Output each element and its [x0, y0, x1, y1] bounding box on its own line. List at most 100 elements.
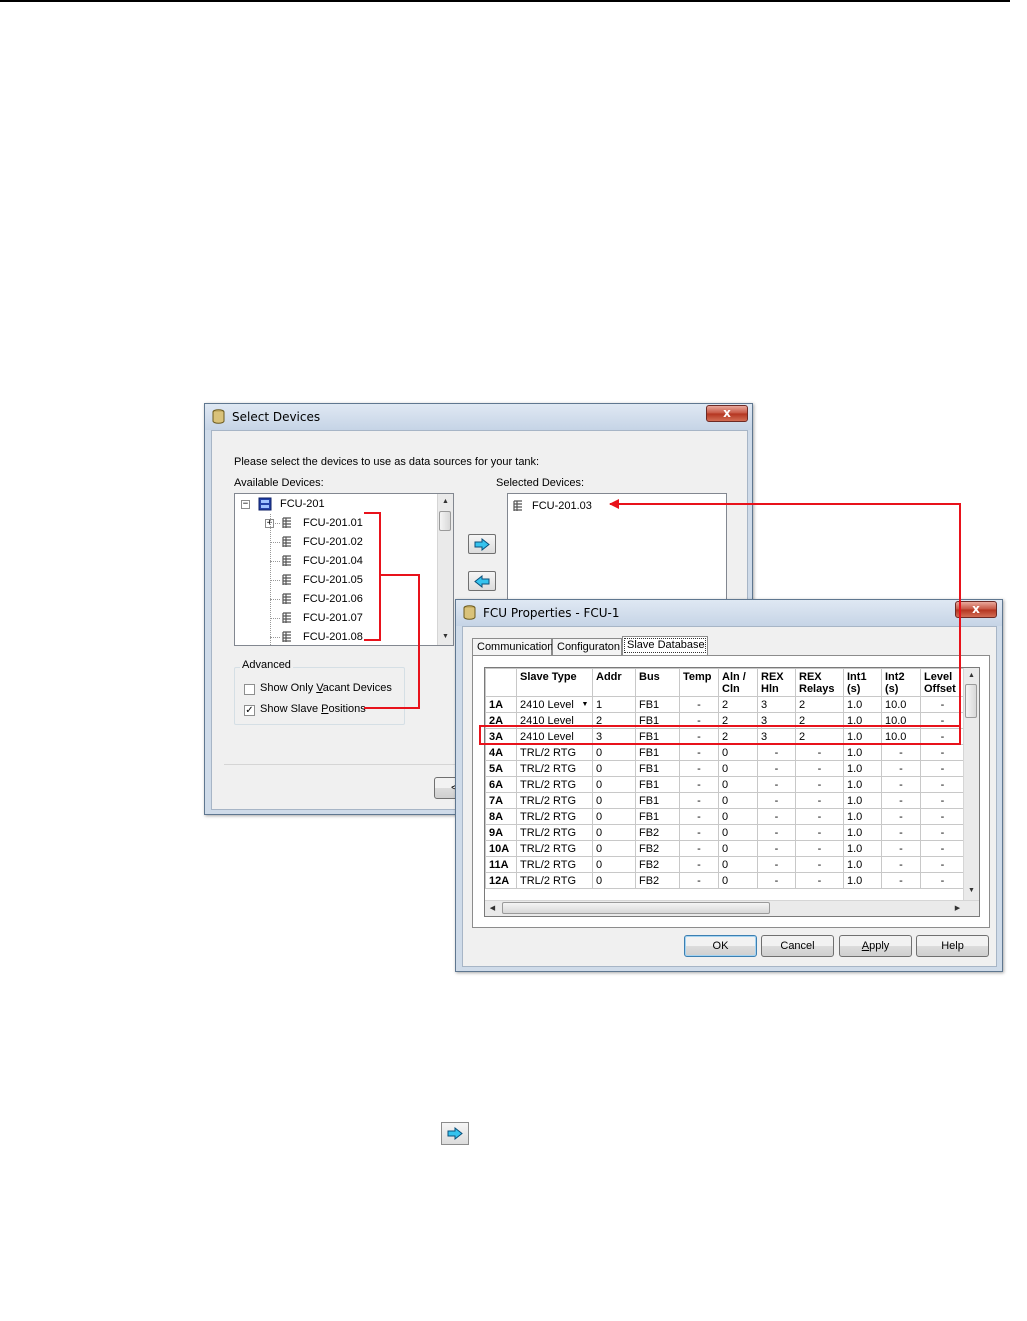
column-header[interactable]: Int1 (s): [843, 668, 882, 697]
table-cell[interactable]: FB1: [635, 776, 680, 793]
table-cell[interactable]: 1.0: [843, 872, 882, 889]
table-cell[interactable]: 0: [592, 856, 636, 873]
table-cell[interactable]: -: [881, 856, 921, 873]
table-cell[interactable]: 1.0: [843, 696, 882, 713]
table-cell[interactable]: 10.0: [881, 696, 921, 713]
tab-communication[interactable]: Communication: [472, 638, 553, 655]
table-cell[interactable]: -: [795, 744, 844, 761]
table-cell[interactable]: -: [920, 840, 965, 857]
table-cell[interactable]: FB1: [635, 760, 680, 777]
table-cell[interactable]: -: [679, 696, 719, 713]
table-cell[interactable]: TRL/2 RTG: [516, 792, 593, 809]
table-cell[interactable]: 0: [718, 760, 758, 777]
table-cell[interactable]: -: [795, 760, 844, 777]
table-row[interactable]: 11A TRL/2 RTG 0 FB2-0- -1.0- -: [485, 856, 965, 873]
table-cell[interactable]: 0: [592, 872, 636, 889]
table-cell[interactable]: -: [795, 824, 844, 841]
column-header[interactable]: REX Relays: [795, 668, 844, 697]
tree-item[interactable]: + FCU-201.01: [235, 514, 435, 532]
show-slave-positions-checkbox[interactable]: ✓: [244, 705, 255, 716]
column-header[interactable]: Slave Type: [516, 668, 593, 697]
table-cell[interactable]: -: [757, 792, 796, 809]
table-cell[interactable]: -: [881, 808, 921, 825]
column-header[interactable]: Addr: [592, 668, 636, 697]
table-cell[interactable]: 1.0: [843, 840, 882, 857]
table-cell[interactable]: -: [679, 792, 719, 809]
table-cell[interactable]: 0: [592, 792, 636, 809]
table-cell[interactable]: 2: [718, 728, 758, 745]
table-cell[interactable]: 2: [592, 712, 636, 729]
table-cell[interactable]: -: [920, 872, 965, 889]
table-cell[interactable]: -: [757, 776, 796, 793]
scroll-right-icon[interactable]: ▶: [950, 901, 965, 916]
tab-slave-database[interactable]: Slave Database: [622, 636, 708, 655]
column-header[interactable]: REX Hln: [757, 668, 796, 697]
table-cell[interactable]: -: [881, 760, 921, 777]
show-slave-positions-label[interactable]: Show Slave Positions: [260, 703, 366, 715]
available-devices-tree[interactable]: − FCU-201 + FCU-201.01 FCU-201.02 FCU-201.0…: [234, 493, 454, 646]
scroll-down-icon[interactable]: ▼: [964, 883, 979, 899]
table-row[interactable]: 4A TRL/2 RTG 0 FB1-0- -1.0- -: [485, 744, 965, 761]
column-header[interactable]: Aln / Cln: [718, 668, 758, 697]
slave-database-grid[interactable]: Slave Type Addr Bus Temp Aln / Cln REX Hln REX Re…: [484, 667, 980, 917]
cancel-button[interactable]: Cancel: [761, 935, 834, 957]
table-cell[interactable]: 10.0: [881, 728, 921, 745]
table-cell[interactable]: 0: [592, 776, 636, 793]
table-cell[interactable]: 0: [718, 808, 758, 825]
column-header[interactable]: Bus: [635, 668, 680, 697]
table-cell[interactable]: -: [881, 744, 921, 761]
table-row[interactable]: 7A TRL/2 RTG 0 FB1-0- -1.0- -: [485, 792, 965, 809]
table-cell[interactable]: 2410 Level: [516, 712, 593, 729]
table-cell[interactable]: 2: [795, 712, 844, 729]
table-cell[interactable]: 0: [718, 840, 758, 857]
table-cell[interactable]: -: [757, 824, 796, 841]
table-cell[interactable]: -: [920, 744, 965, 761]
dropdown-arrow-icon[interactable]: ▼: [580, 699, 590, 710]
table-cell[interactable]: -: [679, 712, 719, 729]
table-cell[interactable]: -: [795, 840, 844, 857]
horizontal-scroll-thumb[interactable]: [502, 902, 770, 914]
table-cell[interactable]: -: [795, 856, 844, 873]
table-cell[interactable]: -: [795, 776, 844, 793]
table-cell[interactable]: -: [679, 872, 719, 889]
table-cell[interactable]: -: [679, 776, 719, 793]
close-button[interactable]: x: [955, 601, 997, 618]
table-cell[interactable]: FB1: [635, 808, 680, 825]
table-cell[interactable]: -: [679, 856, 719, 873]
grid-horizontal-scrollbar[interactable]: ◀ ▶: [485, 900, 979, 916]
table-cell[interactable]: FB2: [635, 856, 680, 873]
table-row[interactable]: 1A 2410 Level ▼ 1 FB1-2 3 2 1.0 10.0-: [485, 696, 965, 713]
table-cell[interactable]: 0: [592, 824, 636, 841]
table-cell[interactable]: 0: [592, 840, 636, 857]
tree-item[interactable]: FCU-201.06: [235, 590, 435, 608]
scroll-down-icon[interactable]: ▼: [438, 629, 453, 645]
table-cell[interactable]: 1.0: [843, 824, 882, 841]
table-cell[interactable]: -: [795, 792, 844, 809]
collapse-icon[interactable]: −: [241, 500, 250, 509]
table-cell[interactable]: 0: [718, 744, 758, 761]
column-header[interactable]: [485, 668, 517, 697]
table-cell[interactable]: -: [920, 712, 965, 729]
table-cell[interactable]: TRL/2 RTG: [516, 856, 593, 873]
ok-button[interactable]: OK: [684, 935, 757, 957]
table-row[interactable]: 12A TRL/2 RTG 0 FB2-0- -1.0- -: [485, 872, 965, 889]
table-cell[interactable]: 3: [757, 696, 796, 713]
grid-vertical-scrollbar[interactable]: ▲ ▼: [963, 668, 979, 900]
table-cell[interactable]: -: [881, 872, 921, 889]
table-cell[interactable]: -: [679, 808, 719, 825]
scroll-up-icon[interactable]: ▲: [438, 494, 453, 510]
table-row[interactable]: 10A TRL/2 RTG 0 FB2-0- -1.0- -: [485, 840, 965, 857]
table-cell[interactable]: 0: [592, 760, 636, 777]
table-row[interactable]: 3A 2410 Level 3 FB1-2 3 2 1.0 10.0-: [485, 728, 965, 745]
tree-vertical-scrollbar[interactable]: ▲ ▼: [437, 494, 453, 645]
table-cell[interactable]: 10.0: [881, 712, 921, 729]
table-cell[interactable]: -: [679, 824, 719, 841]
table-cell[interactable]: TRL/2 RTG: [516, 760, 593, 777]
remove-device-button[interactable]: [468, 571, 496, 591]
table-cell[interactable]: 1.0: [843, 856, 882, 873]
table-cell[interactable]: -: [881, 824, 921, 841]
table-cell[interactable]: 3: [592, 728, 636, 745]
scroll-up-icon[interactable]: ▲: [964, 668, 979, 684]
tree-item[interactable]: FCU-201.02: [235, 533, 435, 551]
table-cell[interactable]: -: [679, 728, 719, 745]
